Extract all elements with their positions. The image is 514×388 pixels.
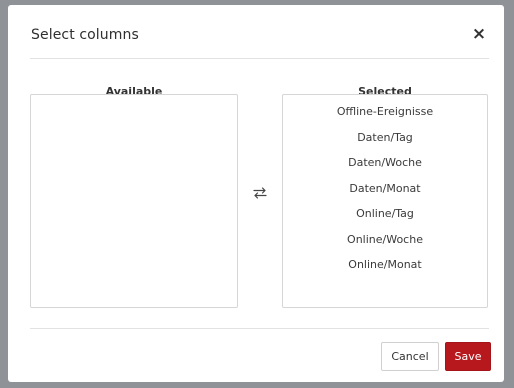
footer-divider bbox=[30, 328, 489, 329]
available-list[interactable] bbox=[30, 94, 238, 308]
selected-item[interactable]: Online/Woche bbox=[283, 227, 487, 253]
header-divider bbox=[30, 58, 489, 59]
selected-list[interactable]: Offline-Ereignisse Daten/Tag Daten/Woche Da… bbox=[282, 94, 488, 308]
selected-item[interactable]: Daten/Monat bbox=[283, 176, 487, 202]
swap-arrows-icon[interactable] bbox=[252, 185, 268, 201]
selected-item[interactable]: Online/Monat bbox=[283, 252, 487, 278]
select-columns-dialog: Select columns × Available Selected Offl… bbox=[8, 5, 504, 382]
close-icon[interactable]: × bbox=[471, 25, 487, 43]
selected-item[interactable]: Daten/Tag bbox=[283, 125, 487, 151]
save-button[interactable]: Save bbox=[445, 342, 491, 371]
selected-items: Offline-Ereignisse Daten/Tag Daten/Woche Da… bbox=[283, 99, 487, 278]
dialog-title: Select columns bbox=[31, 27, 139, 43]
selected-item[interactable]: Daten/Woche bbox=[283, 150, 487, 176]
cancel-button[interactable]: Cancel bbox=[381, 342, 439, 371]
selected-item[interactable]: Offline-Ereignisse bbox=[283, 99, 487, 125]
selected-item[interactable]: Online/Tag bbox=[283, 201, 487, 227]
